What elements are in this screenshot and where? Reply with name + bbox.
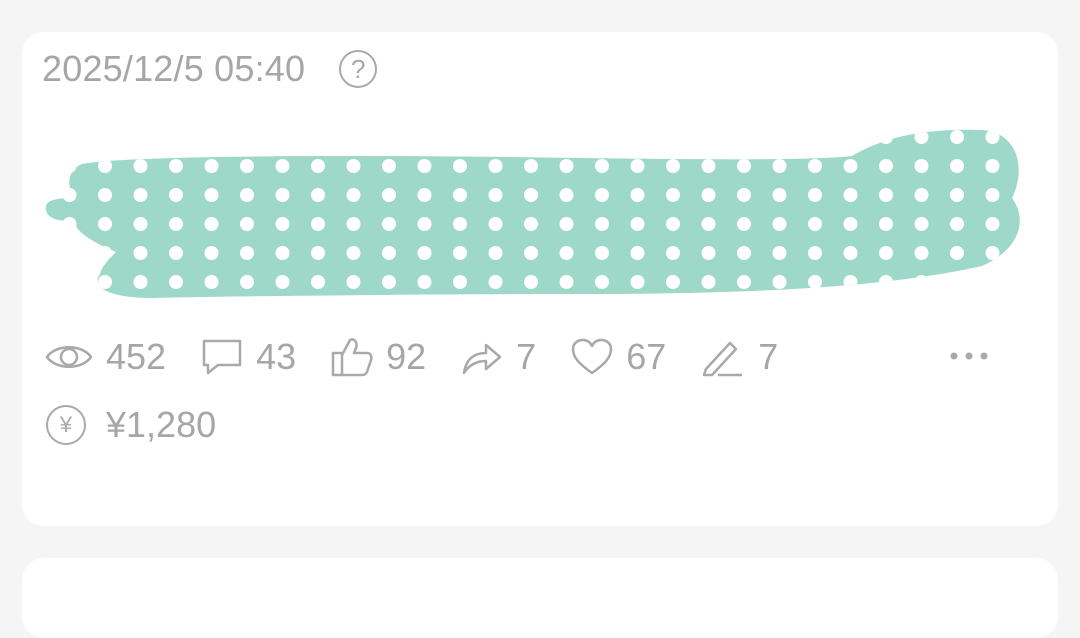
yen-icon: ¥ [46, 405, 86, 445]
heart-icon [570, 337, 614, 377]
earnings-amount: ¥1,280 [106, 404, 217, 445]
shares-stat[interactable]: 7 [460, 336, 536, 378]
more-options-button[interactable] [944, 332, 994, 382]
comments-count: 43 [256, 336, 297, 377]
eye-icon [44, 340, 94, 374]
views-stat[interactable]: 452 [44, 336, 166, 378]
shares-count: 7 [516, 336, 537, 377]
next-card [22, 558, 1058, 638]
favorites-stat[interactable]: 67 [570, 336, 666, 378]
share-icon [460, 337, 504, 377]
help-icon[interactable]: ? [339, 50, 378, 88]
pen-icon [700, 337, 746, 377]
redacted-content [45, 129, 1020, 298]
earnings-row: ¥ ¥1,280 [46, 402, 216, 448]
stats-row: 452 43 92 7 67 7 [44, 332, 994, 382]
thumbs-up-icon [330, 336, 374, 378]
favorites-count: 67 [626, 336, 667, 377]
comments-stat[interactable]: 43 [200, 336, 296, 378]
timestamp-row: 2025/12/5 05:40 ? [42, 46, 378, 92]
likes-count: 92 [386, 336, 427, 377]
edits-count: 7 [758, 336, 779, 377]
comment-icon [200, 337, 244, 377]
likes-stat[interactable]: 92 [330, 336, 426, 378]
edits-stat[interactable]: 7 [700, 336, 778, 378]
views-count: 452 [106, 336, 167, 377]
more-dots-icon [949, 348, 989, 366]
post-timestamp: 2025/12/5 05:40 [42, 48, 306, 89]
